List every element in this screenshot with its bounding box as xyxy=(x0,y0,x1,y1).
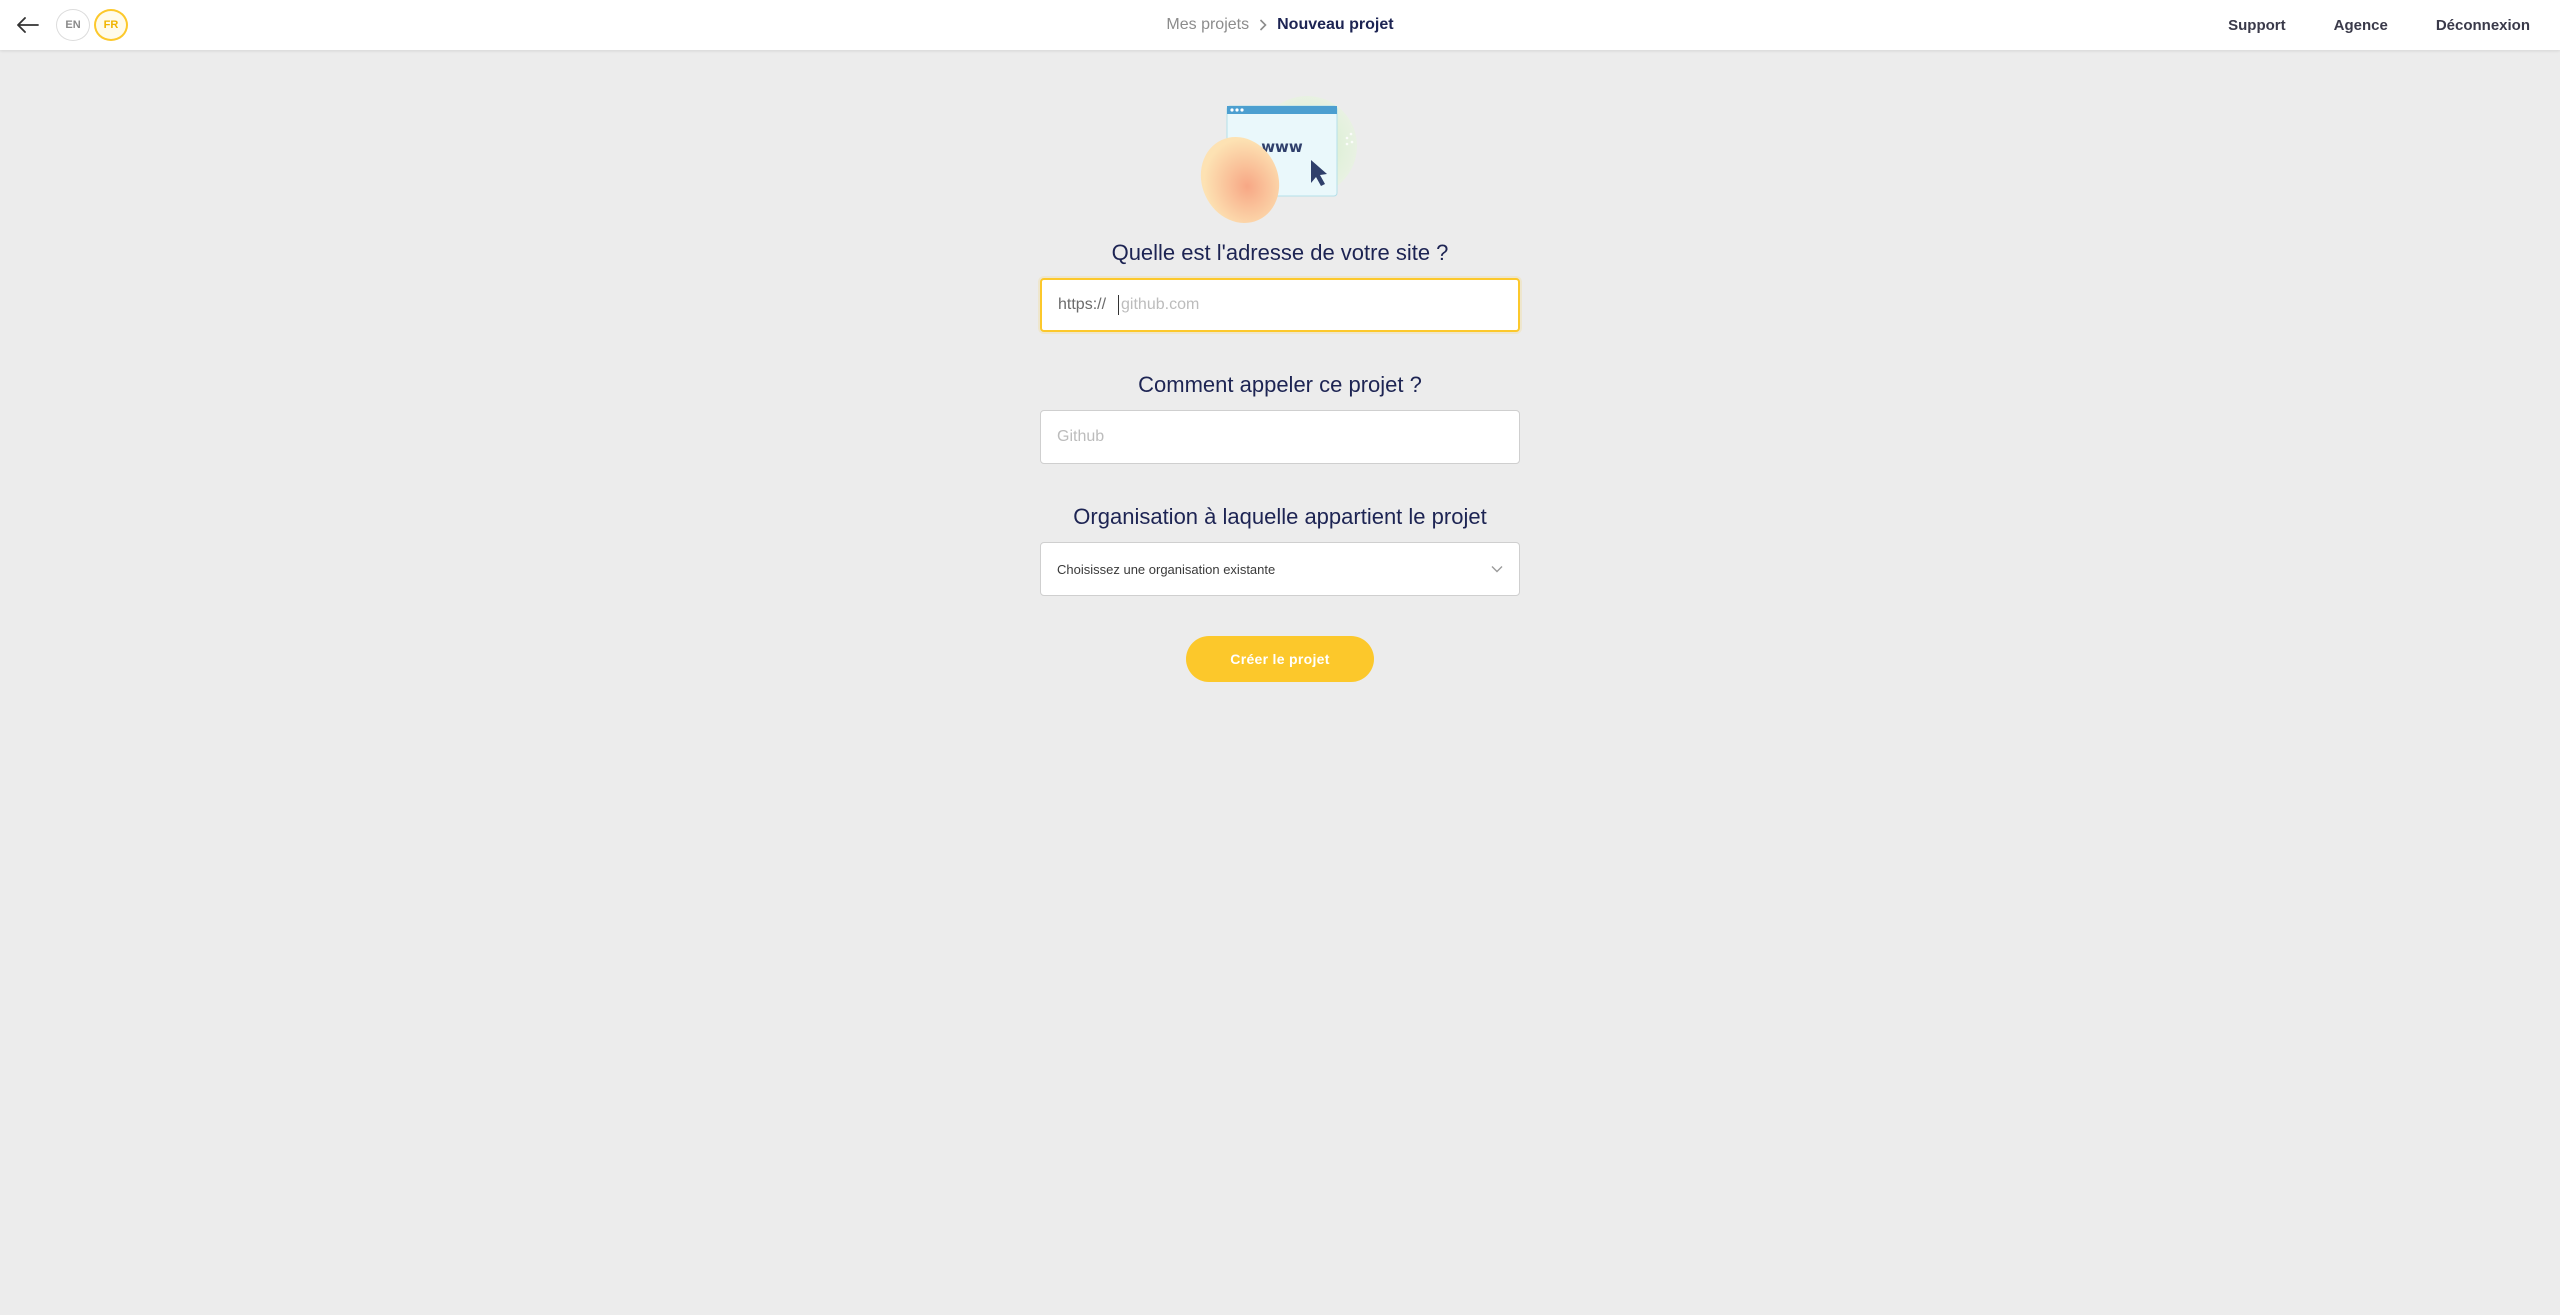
back-button[interactable] xyxy=(14,12,42,38)
language-fr-button[interactable]: FR xyxy=(94,9,128,41)
url-field[interactable]: https:// xyxy=(1040,278,1520,332)
language-en-button[interactable]: EN xyxy=(56,9,90,41)
nav-agency-link[interactable]: Agence xyxy=(2334,17,2388,34)
chevron-down-icon xyxy=(1491,566,1503,573)
nav-support-link[interactable]: Support xyxy=(2228,17,2286,34)
create-project-button[interactable]: Créer le projet xyxy=(1186,636,1374,682)
breadcrumb-current: Nouveau projet xyxy=(1277,16,1394,33)
top-nav: Support Agence Déconnexion xyxy=(2228,0,2530,50)
organization-select-value: Choisissez une organisation existante xyxy=(1057,561,1276,577)
project-name-question: Comment appeler ce projet ? xyxy=(1138,372,1422,397)
breadcrumb-my-projects-link[interactable]: Mes projets xyxy=(1166,16,1249,34)
website-illustration: www xyxy=(1200,96,1357,223)
nav-logout-link[interactable]: Déconnexion xyxy=(2436,17,2530,34)
url-input[interactable] xyxy=(1121,296,1502,314)
top-bar: EN FR Mes projets Nouveau projet Support… xyxy=(0,0,2560,50)
url-question: Quelle est l'adresse de votre site ? xyxy=(1111,240,1449,265)
project-name-field[interactable] xyxy=(1040,410,1520,464)
project-name-input[interactable] xyxy=(1057,428,1503,446)
text-cursor xyxy=(1118,295,1120,315)
breadcrumb: Mes projets Nouveau projet xyxy=(0,0,2560,50)
chevron-right-icon xyxy=(1259,19,1267,31)
url-prefix: https:// xyxy=(1058,296,1107,313)
new-project-form: www Quelle est l'adresse de votre site ?… xyxy=(0,50,2560,682)
arrow-left-icon xyxy=(17,17,39,33)
organization-select[interactable]: Choisissez une organisation existante xyxy=(1040,542,1520,596)
organization-question: Organisation à laquelle appartient le pr… xyxy=(1073,504,1487,529)
